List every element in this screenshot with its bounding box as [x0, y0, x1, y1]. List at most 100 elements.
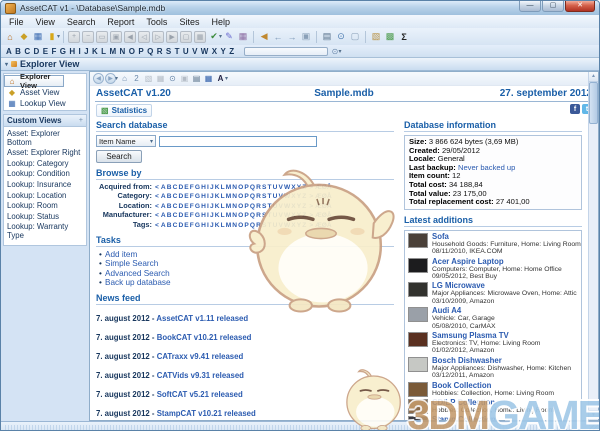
- chevron-down-icon[interactable]: ▾: [57, 33, 60, 40]
- minimize-button[interactable]: —: [519, 1, 541, 12]
- alphabet-filter-bar[interactable]: ABCDEFGHIJKLMNOPQRSTUVWXYZ: [6, 47, 238, 56]
- item-link[interactable]: CD/LP Collection: [432, 399, 554, 407]
- print-preview-icon[interactable]: ⊙: [334, 30, 348, 44]
- browse-letter-links[interactable]: ABCDEFGHIJKLMNOPQRSTUVWXYZ: [161, 193, 308, 201]
- custom-view-item[interactable]: Lookup: Room: [7, 201, 83, 212]
- custom-view-item[interactable]: Asset: Explorer Right: [7, 148, 83, 159]
- item-thumbnail[interactable]: [408, 332, 428, 347]
- item-link[interactable]: Sofa: [432, 232, 581, 241]
- print-icon[interactable]: ▤: [320, 30, 334, 44]
- browse-prev-link[interactable]: <: [155, 203, 159, 211]
- menu-sites[interactable]: Sites: [173, 17, 205, 27]
- item-thumbnail[interactable]: [408, 282, 428, 298]
- item-link[interactable]: Acer Aspire Laptop: [432, 257, 562, 266]
- browse-prev-link[interactable]: <: [155, 212, 159, 220]
- item-thumbnail[interactable]: [408, 307, 428, 323]
- task-backup-database[interactable]: Back up database: [96, 278, 394, 288]
- custom-view-item[interactable]: Lookup: Category: [7, 159, 83, 170]
- item-link[interactable]: Audi A4: [432, 307, 495, 315]
- maximize-button[interactable]: ▢: [542, 1, 564, 12]
- custom-view-item[interactable]: Asset: Explorer Bottom: [7, 129, 83, 148]
- news-link[interactable]: CATVids v9.31 released: [157, 371, 244, 380]
- menu-search[interactable]: Search: [61, 17, 102, 27]
- home-icon[interactable]: ⌂: [119, 73, 130, 84]
- sidebar-item-explorer-view[interactable]: ⌂ Explorer View: [4, 72, 64, 90]
- item-thumbnail[interactable]: [408, 257, 428, 273]
- browse-next-link[interactable]: > ÆØÅ: [309, 203, 331, 211]
- browse-next-link[interactable]: > ÆØÅ: [309, 184, 331, 192]
- task-add-item[interactable]: Add item: [96, 250, 394, 260]
- menu-help[interactable]: Help: [205, 17, 236, 27]
- item-link[interactable]: LG Microwave: [432, 282, 577, 290]
- pin-icon[interactable]: +: [79, 117, 83, 124]
- image-icon[interactable]: ▩: [383, 30, 397, 44]
- item-link[interactable]: Samsung Plasma TV: [432, 332, 540, 340]
- menu-report[interactable]: Report: [101, 17, 140, 27]
- browse-letter-links[interactable]: ABCDEFGHIJKLMNOPQRSTUVWXYZ: [161, 222, 308, 230]
- scrollbar-thumb[interactable]: [589, 82, 598, 124]
- menu-view[interactable]: View: [30, 17, 61, 27]
- resize-grip[interactable]: [589, 425, 598, 430]
- browse-letter-links[interactable]: ABCDEFGHIJKLMNOPQRSTUVWXYZ: [161, 212, 308, 220]
- search-button[interactable]: Search: [96, 150, 142, 163]
- item-link[interactable]: Bosch Dishwasher: [432, 356, 571, 365]
- browse-next-link[interactable]: > ÆØÅ: [309, 212, 331, 220]
- browse-letter-links[interactable]: ABCDEFGHIJKLMNOPQRSTUVWXYZ: [161, 184, 308, 192]
- chevron-down-icon[interactable]: ▾: [339, 48, 342, 55]
- quick-search-input[interactable]: [243, 46, 328, 56]
- save-icon[interactable]: ▦: [203, 73, 214, 84]
- custom-view-item[interactable]: Lookup: Location: [7, 191, 83, 202]
- copy-icon[interactable]: ▢: [348, 30, 362, 44]
- search-input[interactable]: [159, 135, 317, 147]
- sidebar-item-asset-view[interactable]: ◆ Asset View: [4, 87, 86, 98]
- news-link[interactable]: StampCAT v10.21 released: [157, 409, 256, 418]
- item-thumbnail[interactable]: [408, 399, 428, 415]
- arrow-right-icon[interactable]: →: [285, 30, 299, 44]
- browse-prev-link[interactable]: <: [155, 184, 159, 192]
- item-thumbnail[interactable]: [408, 381, 428, 397]
- explorer-view-icon[interactable]: ⌂: [3, 30, 17, 44]
- browse-letter-links[interactable]: ABCDEFGHIJKLMNOPQRSTUVWXYZ: [161, 203, 308, 211]
- news-link[interactable]: SoftCAT v5.21 released: [157, 390, 243, 399]
- news-link[interactable]: BookCAT v10.21 released: [157, 333, 252, 342]
- arrow-left-icon[interactable]: ←: [271, 30, 285, 44]
- search-field-select[interactable]: Item Name ▾: [96, 135, 156, 147]
- statistics-button[interactable]: ▧ Statistics: [96, 104, 153, 117]
- lookup-view-icon[interactable]: ▦: [31, 30, 45, 44]
- scroll-down-arrow[interactable]: ▼: [589, 410, 598, 420]
- back-icon[interactable]: ◀: [93, 73, 104, 84]
- task-advanced-search[interactable]: Advanced Search: [96, 269, 394, 279]
- go-back-icon[interactable]: ◀: [257, 30, 271, 44]
- item-thumbnail[interactable]: [408, 232, 428, 248]
- chevron-down-icon[interactable]: ▾: [115, 75, 118, 82]
- custom-view-item[interactable]: Lookup: Condition: [7, 169, 83, 180]
- news-link[interactable]: AssetCAT v1.11 released: [156, 314, 248, 323]
- item-thumbnail[interactable]: [408, 356, 428, 372]
- image-folder-icon[interactable]: ▧: [369, 30, 383, 44]
- browse-next-link[interactable]: > ÆØÅ: [309, 193, 331, 201]
- page-2-icon[interactable]: 2: [131, 73, 142, 84]
- close-button[interactable]: ✕: [565, 1, 595, 12]
- sidebar-item-lookup-view[interactable]: ▦ Lookup View: [4, 98, 86, 109]
- browse-prev-link[interactable]: <: [155, 193, 159, 201]
- custom-view-item[interactable]: Lookup: Warranty Type: [7, 222, 83, 241]
- custom-view-item[interactable]: Lookup: Insurance: [7, 180, 83, 191]
- calendar-icon[interactable]: ▦: [236, 30, 250, 44]
- collapse-arrow-icon[interactable]: ▾: [5, 61, 8, 68]
- backup-link[interactable]: Never backed up: [458, 163, 515, 172]
- search-icon[interactable]: ⊙: [167, 73, 178, 84]
- asset-view-icon[interactable]: ◆: [17, 30, 31, 44]
- edit-icon[interactable]: ✎: [222, 30, 236, 44]
- news-link[interactable]: CATraxx v9.41 released: [157, 352, 244, 361]
- custom-view-item[interactable]: Lookup: Status: [7, 212, 83, 223]
- statistics-sigma-icon[interactable]: Σ: [397, 30, 411, 44]
- scroll-up-arrow[interactable]: ▲: [589, 72, 598, 82]
- menu-file[interactable]: File: [3, 17, 30, 27]
- pages-icon[interactable]: ▣: [299, 30, 313, 44]
- facebook-icon[interactable]: f: [570, 104, 580, 114]
- browse-next-link[interactable]: > ÆØÅ: [309, 222, 331, 230]
- chevron-down-icon[interactable]: ▾: [225, 75, 228, 82]
- browse-prev-link[interactable]: <: [155, 222, 159, 230]
- print-icon[interactable]: ▤: [191, 73, 202, 84]
- menu-tools[interactable]: Tools: [140, 17, 173, 27]
